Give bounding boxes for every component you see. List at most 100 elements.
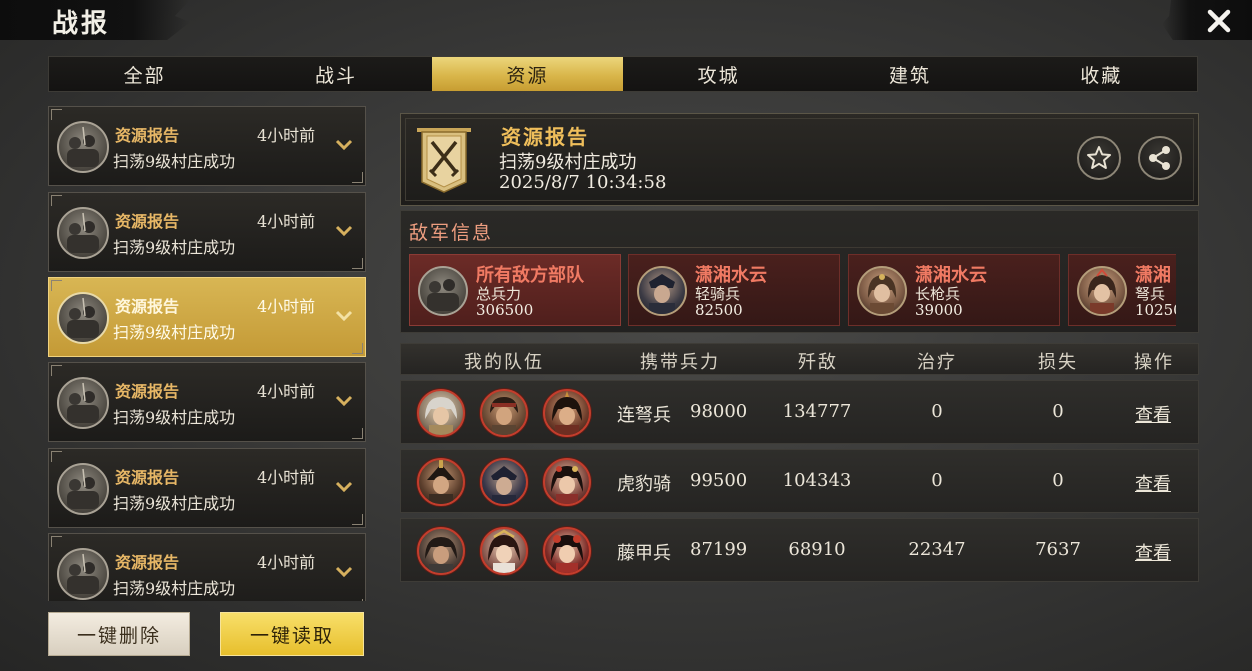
army-avatar bbox=[57, 121, 109, 173]
general-portrait[interactable] bbox=[480, 389, 528, 437]
chevron-down-icon[interactable] bbox=[334, 477, 354, 497]
star-icon bbox=[1087, 146, 1111, 169]
report-item[interactable]: 资源报告 4小时前 扫荡9级村庄成功 bbox=[48, 106, 366, 186]
enemy-troop-count: 10250 bbox=[1135, 301, 1176, 319]
delete-all-button[interactable]: 一键删除 bbox=[48, 612, 190, 656]
general-portrait[interactable] bbox=[543, 527, 591, 575]
tab-label: 战斗 bbox=[314, 64, 357, 87]
close-button[interactable] bbox=[1204, 6, 1234, 36]
general-portrait bbox=[857, 266, 907, 316]
team-row: 藤甲兵 87199 68910 22347 7637 查看 bbox=[400, 518, 1199, 582]
tab-siege[interactable]: 攻城 bbox=[623, 57, 814, 91]
chevron-down-icon[interactable] bbox=[334, 562, 354, 582]
report-list[interactable]: 资源报告 4小时前 扫荡9级村庄成功 资源报告 4小时前 扫荡9级村庄成功 资源… bbox=[48, 106, 366, 601]
report-desc: 扫荡9级村庄成功 bbox=[113, 494, 236, 513]
column-header-team: 我的队伍 bbox=[464, 352, 544, 373]
general-portrait[interactable] bbox=[480, 458, 528, 506]
chevron-down-icon[interactable] bbox=[334, 221, 354, 241]
team-row: 连弩兵 98000 134777 0 0 查看 bbox=[400, 380, 1199, 444]
favorite-button[interactable] bbox=[1077, 136, 1121, 180]
share-icon bbox=[1149, 146, 1170, 170]
report-type: 资源报告 bbox=[115, 468, 180, 487]
general-portrait[interactable] bbox=[543, 389, 591, 437]
enemy-info-panel: 敌军信息 所有敌方部队 总兵力 306500 潇湘水云 轻骑兵 82500 潇湘… bbox=[400, 210, 1199, 333]
divider bbox=[409, 247, 1190, 248]
team-loss: 0 bbox=[1052, 401, 1064, 422]
detail-report-time: 2025/8/7 10:34:58 bbox=[499, 172, 667, 193]
enemy-card-all[interactable]: 所有敌方部队 总兵力 306500 bbox=[409, 254, 621, 326]
army-avatar bbox=[57, 207, 109, 259]
team-unit: 藤甲兵 bbox=[617, 543, 671, 564]
enemy-card[interactable]: 潇湘水云 长枪兵 39000 bbox=[848, 254, 1060, 326]
chevron-down-icon[interactable] bbox=[334, 135, 354, 155]
general-portrait bbox=[1077, 266, 1127, 316]
read-all-button[interactable]: 一键读取 bbox=[220, 612, 364, 656]
report-time: 4小时前 bbox=[257, 297, 316, 316]
team-heal: 0 bbox=[931, 470, 943, 491]
team-row: 虎豹骑 99500 104343 0 0 查看 bbox=[400, 449, 1199, 513]
team-heal: 22347 bbox=[908, 539, 966, 560]
report-type: 资源报告 bbox=[115, 212, 180, 231]
report-type: 资源报告 bbox=[115, 126, 180, 145]
general-portrait[interactable] bbox=[543, 458, 591, 506]
tab-label: 攻城 bbox=[697, 64, 740, 87]
report-desc: 扫荡9级村庄成功 bbox=[113, 408, 236, 427]
column-header-loss: 损失 bbox=[1038, 352, 1078, 373]
team-troops: 98000 bbox=[690, 401, 748, 422]
team-unit: 连弩兵 bbox=[617, 405, 671, 426]
view-team-link[interactable]: 查看 bbox=[1135, 539, 1171, 565]
enemy-troop-count: 39000 bbox=[915, 301, 963, 319]
report-item-selected[interactable]: 资源报告 4小时前 扫荡9级村庄成功 bbox=[48, 277, 366, 357]
tab-building[interactable]: 建筑 bbox=[814, 57, 1005, 91]
team-kills: 104343 bbox=[782, 470, 852, 491]
report-type: 资源报告 bbox=[115, 382, 180, 401]
detail-report-type: 资源报告 bbox=[501, 125, 589, 149]
share-button[interactable] bbox=[1138, 136, 1182, 180]
team-troops: 87199 bbox=[690, 539, 748, 560]
report-desc: 扫荡9级村庄成功 bbox=[113, 152, 236, 171]
army-avatar bbox=[57, 548, 109, 600]
tab-favorites[interactable]: 收藏 bbox=[1006, 57, 1197, 91]
page-title: 战报 bbox=[52, 9, 111, 39]
army-avatar bbox=[57, 292, 109, 344]
report-time: 4小时前 bbox=[257, 468, 316, 487]
enemy-card[interactable]: 潇湘水云 轻骑兵 82500 bbox=[628, 254, 840, 326]
general-portrait[interactable] bbox=[480, 527, 528, 575]
enemy-troop-count: 306500 bbox=[476, 301, 534, 319]
team-heal: 0 bbox=[931, 401, 943, 422]
report-item[interactable]: 资源报告 4小时前 扫荡9级村庄成功 bbox=[48, 362, 366, 442]
tab-resource[interactable]: 资源 bbox=[431, 57, 623, 91]
view-team-link[interactable]: 查看 bbox=[1135, 470, 1171, 496]
general-portrait[interactable] bbox=[417, 389, 465, 437]
view-team-link[interactable]: 查看 bbox=[1135, 401, 1171, 427]
enemy-troop-count: 82500 bbox=[695, 301, 743, 319]
report-time: 4小时前 bbox=[257, 126, 316, 145]
tab-all[interactable]: 全部 bbox=[49, 57, 240, 91]
chevron-down-icon[interactable] bbox=[334, 306, 354, 326]
tab-label: 资源 bbox=[506, 64, 549, 87]
report-time: 4小时前 bbox=[257, 382, 316, 401]
report-desc: 扫荡9级村庄成功 bbox=[113, 579, 236, 598]
report-item[interactable]: 资源报告 4小时前 扫荡9级村庄成功 bbox=[48, 192, 366, 272]
enemy-card-strip[interactable]: 所有敌方部队 总兵力 306500 潇湘水云 轻骑兵 82500 潇湘水云 长枪… bbox=[409, 254, 1176, 326]
team-loss: 0 bbox=[1052, 470, 1064, 491]
report-type: 资源报告 bbox=[115, 553, 180, 572]
general-portrait[interactable] bbox=[417, 527, 465, 575]
column-header-kills: 歼敌 bbox=[798, 352, 838, 373]
general-portrait bbox=[637, 266, 687, 316]
tab-label: 收藏 bbox=[1080, 64, 1123, 87]
enemy-info-title: 敌军信息 bbox=[409, 222, 494, 244]
team-kills: 134777 bbox=[782, 401, 852, 422]
tab-label: 全部 bbox=[123, 64, 166, 87]
team-loss: 7637 bbox=[1035, 539, 1081, 560]
enemy-card[interactable]: 潇湘 弩兵 10250 bbox=[1068, 254, 1176, 326]
report-item[interactable]: 资源报告 4小时前 扫荡9级村庄成功 bbox=[48, 448, 366, 528]
general-portrait[interactable] bbox=[417, 458, 465, 506]
army-avatar bbox=[57, 377, 109, 429]
report-detail-header: 资源报告 扫荡9级村庄成功 2025/8/7 10:34:58 bbox=[400, 113, 1199, 206]
report-desc: 扫荡9级村庄成功 bbox=[113, 323, 236, 342]
chevron-down-icon[interactable] bbox=[334, 391, 354, 411]
tab-battle[interactable]: 战斗 bbox=[240, 57, 431, 91]
column-header-action: 操作 bbox=[1134, 352, 1174, 373]
report-item[interactable]: 资源报告 4小时前 扫荡9级村庄成功 bbox=[48, 533, 366, 601]
